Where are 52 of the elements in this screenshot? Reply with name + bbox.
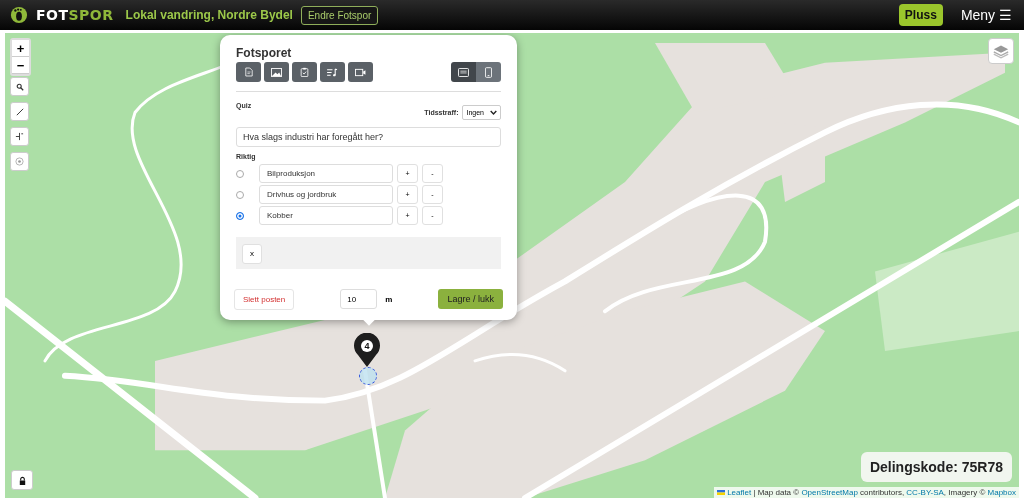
split-icon [15, 132, 24, 141]
document-icon [244, 67, 253, 77]
popup-title: Fotsporet [236, 46, 293, 60]
attribution-link[interactable]: Mapbox [987, 488, 1016, 497]
logo-text: FOTSPOR [36, 7, 114, 23]
view-toggle-button[interactable] [476, 62, 501, 82]
answer-field[interactable]: Bilproduksjon [259, 164, 393, 183]
view-toggle-button[interactable] [451, 62, 476, 82]
attribution-link[interactable]: CC-BY-SA [906, 488, 944, 497]
music-list-icon [327, 67, 338, 77]
distance-field[interactable]: 10 [340, 289, 378, 309]
distance-unit: m [385, 294, 393, 304]
map-pin-marker[interactable]: 4 [354, 333, 380, 367]
target-icon [15, 157, 24, 166]
attribution-link[interactable]: OpenStreetMap [801, 488, 858, 497]
image-icon [271, 67, 282, 77]
content-type-button[interactable] [264, 62, 289, 82]
plus-button[interactable]: Pluss [898, 4, 943, 26]
line-icon [15, 107, 24, 116]
video-icon [355, 67, 366, 77]
attribution-link[interactable]: Leaflet [727, 488, 752, 497]
delete-post-button[interactable]: Slett posten [234, 288, 295, 310]
lock-icon [17, 475, 27, 485]
question-field[interactable]: Hva slags industri har foregått her? [236, 127, 501, 147]
clipboard-icon [300, 67, 309, 77]
chevron-down-icon [490, 110, 497, 115]
layers-button[interactable] [988, 38, 1014, 64]
answer-field[interactable]: Kobber [259, 206, 393, 225]
footprint-logo-icon [10, 6, 28, 24]
phone-icon [485, 66, 492, 78]
search-button[interactable] [10, 77, 29, 96]
correct-answer-radio[interactable] [236, 211, 244, 220]
content-type-button[interactable] [348, 62, 373, 82]
split-tool-button[interactable] [10, 127, 29, 146]
correct-answer-radio[interactable] [236, 169, 244, 178]
flag-icon [717, 490, 726, 495]
walk-title: Lokal vandring, Nordre Bydel [125, 8, 293, 22]
search-icon [15, 82, 24, 91]
menu-button[interactable]: Meny ☰ [960, 7, 1012, 23]
save-close-button[interactable]: Lagre / lukk [438, 289, 503, 309]
zoom-in-button[interactable]: + [12, 40, 29, 57]
content-type-button[interactable] [236, 62, 261, 82]
content-type-button[interactable] [292, 62, 317, 82]
content-type-button[interactable] [320, 62, 345, 82]
correct-answer-radio[interactable] [236, 190, 244, 199]
attribution-text: Leaflet | Map data © OpenStreetMap contributors, CC-BY-SA, Imagery © Mapbox [727, 488, 1016, 497]
answer-field[interactable]: Drivhus og jordbruk [259, 185, 393, 204]
screen-icon [458, 67, 469, 77]
close-button[interactable]: x [242, 243, 262, 264]
lock-button[interactable] [11, 470, 33, 490]
edit-walk-button[interactable]: Endre Fotspor [300, 5, 379, 25]
share-code-label: Delingskode: 75R78 [860, 452, 1012, 482]
